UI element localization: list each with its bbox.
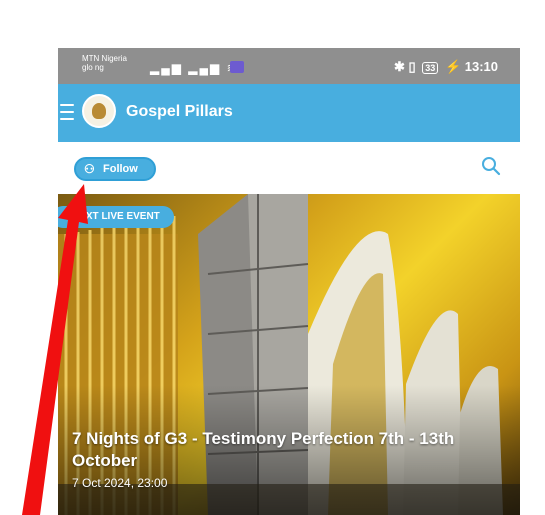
- event-hero-card[interactable]: NEXT LIVE EVENT 7 Nights of G3 - Testimo…: [58, 194, 520, 515]
- status-bar: MTN Nigeria glo ng ▂▄▆ ▂▄▆ ≋ ✱ ▯ 33 ⚡ 13…: [58, 48, 520, 84]
- phone-screen: MTN Nigeria glo ng ▂▄▆ ▂▄▆ ≋ ✱ ▯ 33 ⚡ 13…: [58, 48, 520, 515]
- carrier-line-2: glo ng: [82, 63, 104, 72]
- carrier-label: MTN Nigeria glo ng: [82, 54, 127, 72]
- event-title[interactable]: 7 Nights of G3 - Testimony Perfection 7t…: [72, 428, 512, 472]
- vibrate-icon: ✱ ▯: [394, 59, 416, 74]
- carrier-line-1: MTN Nigeria: [82, 54, 127, 63]
- app-notification-icon: [230, 61, 244, 73]
- event-date: 7 Oct 2024, 23:00: [72, 476, 168, 490]
- search-icon[interactable]: [480, 155, 502, 177]
- status-time: 13:10: [464, 59, 498, 74]
- charging-icon: ⚡: [444, 59, 462, 74]
- battery-icon: 33: [422, 62, 439, 74]
- follow-button[interactable]: ⚇ Follow: [74, 157, 156, 181]
- follow-label: Follow: [103, 163, 138, 175]
- app-title: Gospel Pillars: [126, 103, 233, 120]
- user-plus-icon: ⚇: [84, 162, 95, 176]
- signal-icon: ▂▄▆ ▂▄▆ ≋: [150, 61, 239, 75]
- menu-icon[interactable]: [60, 104, 74, 120]
- app-logo: [82, 94, 116, 128]
- status-right: ✱ ▯ 33 ⚡ 13:10: [394, 59, 498, 75]
- live-event-badge: NEXT LIVE EVENT: [58, 206, 174, 228]
- app-bar: Gospel Pillars: [58, 84, 520, 142]
